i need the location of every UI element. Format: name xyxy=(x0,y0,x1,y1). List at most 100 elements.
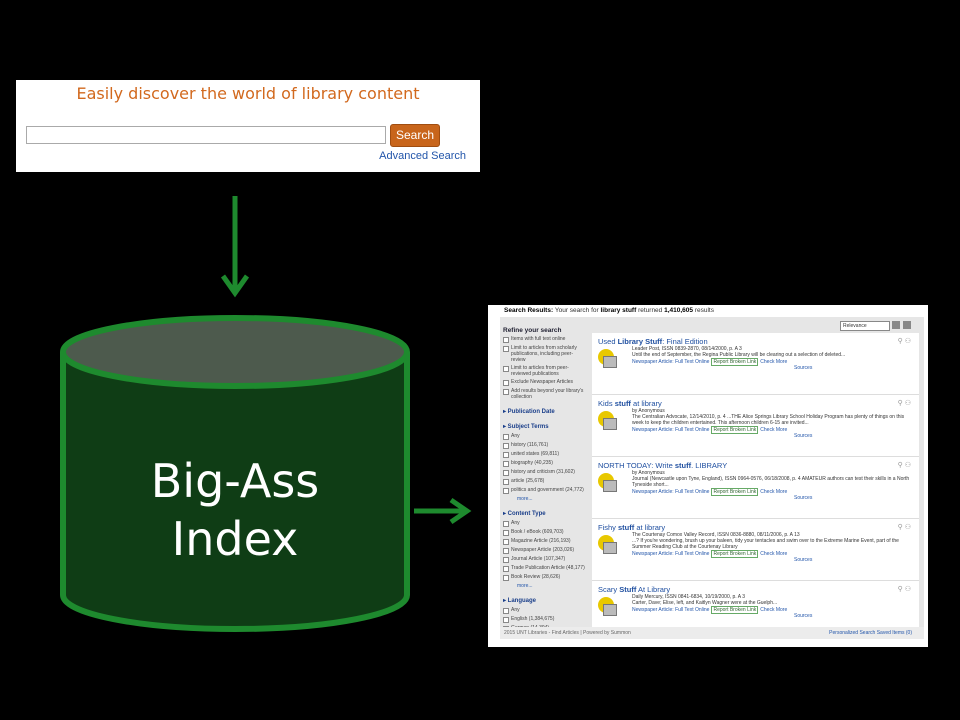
refine-option-label: Exclude Newspaper Articles xyxy=(511,379,573,385)
checkbox[interactable] xyxy=(503,337,509,343)
sources-link[interactable]: Sources xyxy=(794,433,913,439)
checkbox[interactable] xyxy=(503,389,509,395)
print-icon[interactable] xyxy=(892,321,900,329)
check-more-link[interactable]: Check More xyxy=(760,607,787,613)
preview-icon[interactable]: ⚲ ⚇ xyxy=(898,585,911,593)
preview-icon[interactable]: ⚲ ⚇ xyxy=(898,399,911,407)
checkbox[interactable] xyxy=(503,557,509,563)
report-broken-link[interactable]: Report Broken Link xyxy=(711,358,759,366)
facet-title[interactable]: ▸ Publication Date xyxy=(503,408,587,415)
advanced-search-link[interactable]: Advanced Search xyxy=(379,150,466,162)
facet-item[interactable]: Any xyxy=(503,433,587,440)
checkbox[interactable] xyxy=(503,575,509,581)
facet-title[interactable]: ▸ Language xyxy=(503,597,587,604)
checkbox[interactable] xyxy=(503,443,509,449)
more-link[interactable]: more... xyxy=(517,583,587,589)
checkbox[interactable] xyxy=(503,539,509,545)
checkbox[interactable] xyxy=(503,434,509,440)
refine-option[interactable]: Limit to articles from scholarly publica… xyxy=(503,345,587,363)
checkbox[interactable] xyxy=(503,470,509,476)
facet-item[interactable]: Any xyxy=(503,607,587,614)
facet-item[interactable]: Journal Article (107,347) xyxy=(503,556,587,563)
facet-item[interactable]: Trade Publication Article (48,177) xyxy=(503,565,587,572)
result-title[interactable]: NORTH TODAY: Write stuff. LIBRARY xyxy=(598,461,913,470)
facet-item[interactable]: Book Review (28,626) xyxy=(503,574,587,581)
full-text-link[interactable]: Full Text Online xyxy=(675,359,709,365)
refine-option[interactable]: Limit to articles from peer-reviewed pub… xyxy=(503,365,587,377)
facet-item[interactable]: united states (69,811) xyxy=(503,451,587,458)
facet-item-label: Any xyxy=(511,520,520,526)
checkbox[interactable] xyxy=(503,566,509,572)
sort-select[interactable]: Relevance xyxy=(840,321,890,331)
facet-item[interactable]: Any xyxy=(503,520,587,527)
result-type: Newspaper Article: xyxy=(632,359,676,365)
facet-item[interactable]: politics and government (24,772) xyxy=(503,487,587,494)
checkbox[interactable] xyxy=(503,452,509,458)
sources-link[interactable]: Sources xyxy=(794,557,913,563)
full-text-link[interactable]: Full Text Online xyxy=(675,489,709,495)
result-snippet: Carter, Dave; Elise, left, and Kaitlyn W… xyxy=(632,600,778,606)
refine-option[interactable]: Items with full text online xyxy=(503,336,587,343)
report-broken-link[interactable]: Report Broken Link xyxy=(711,426,759,434)
preview-icon[interactable]: ⚲ ⚇ xyxy=(898,461,911,469)
checkbox[interactable] xyxy=(503,617,509,623)
check-more-link[interactable]: Check More xyxy=(760,551,787,557)
facet-item[interactable]: Book / eBook (609,703) xyxy=(503,529,587,536)
facet-item-label: Any xyxy=(511,433,520,439)
sources-link[interactable]: Sources xyxy=(794,365,913,371)
results-panel: Refine your search Items with full text o… xyxy=(500,317,924,639)
full-text-link[interactable]: Full Text Online xyxy=(675,607,709,613)
preview-icon[interactable]: ⚲ ⚇ xyxy=(898,523,911,531)
sources-link[interactable]: Sources xyxy=(794,495,913,501)
facet-item[interactable]: Newspaper Article (203,026) xyxy=(503,547,587,554)
search-button[interactable]: Search xyxy=(390,124,440,147)
check-more-link[interactable]: Check More xyxy=(760,359,787,365)
check-more-link[interactable]: Check More xyxy=(760,427,787,433)
search-input[interactable] xyxy=(26,126,386,144)
facet-item[interactable]: biography (40,235) xyxy=(503,460,587,467)
facet-title[interactable]: ▸ Subject Terms xyxy=(503,423,587,430)
results-query: library stuff xyxy=(600,307,637,314)
report-broken-link[interactable]: Report Broken Link xyxy=(711,488,759,496)
checkbox[interactable] xyxy=(503,530,509,536)
result-item: NORTH TODAY: Write stuff. LIBRARY ⚲ ⚇ by A… xyxy=(592,457,919,519)
check-more-link[interactable]: Check More xyxy=(760,489,787,495)
results-returned: returned xyxy=(638,307,663,314)
refine-option[interactable]: Add results beyond your library's collec… xyxy=(503,388,587,400)
checkbox[interactable] xyxy=(503,479,509,485)
checkbox[interactable] xyxy=(503,608,509,614)
facet-title[interactable]: ▸ Content Type xyxy=(503,510,587,517)
result-title[interactable]: Kids stuff at library xyxy=(598,399,913,408)
checkbox[interactable] xyxy=(503,461,509,467)
full-text-link[interactable]: Full Text Online xyxy=(675,427,709,433)
result-title[interactable]: Used Library Stuff: Final Edition xyxy=(598,337,913,346)
facet-item[interactable]: Magazine Article (216,193) xyxy=(503,538,587,545)
footer-right[interactable]: Personalized Search Saved Items (0) xyxy=(829,627,912,639)
report-broken-link[interactable]: Report Broken Link xyxy=(711,606,759,614)
checkbox[interactable] xyxy=(503,521,509,527)
rss-icon[interactable] xyxy=(903,321,911,329)
full-text-link[interactable]: Full Text Online xyxy=(675,551,709,557)
result-title[interactable]: Scary Stuff At Library xyxy=(598,585,913,594)
refine-option[interactable]: Exclude Newspaper Articles xyxy=(503,379,587,386)
checkbox[interactable] xyxy=(503,548,509,554)
checkbox[interactable] xyxy=(503,366,509,372)
facet-item[interactable]: history (116,761) xyxy=(503,442,587,449)
result-title[interactable]: Fishy stuff at library xyxy=(598,523,913,532)
preview-icon[interactable]: ⚲ ⚇ xyxy=(898,337,911,345)
checkbox[interactable] xyxy=(503,346,509,352)
facet-item[interactable]: history and criticism (31,602) xyxy=(503,469,587,476)
sources-link[interactable]: Sources xyxy=(794,613,913,619)
index-label: Big-Ass Index xyxy=(60,452,410,568)
result-title-bold: Stuff xyxy=(619,585,637,594)
checkbox[interactable] xyxy=(503,380,509,386)
facet-item[interactable]: English (1,384,675) xyxy=(503,616,587,623)
checkbox[interactable] xyxy=(503,488,509,494)
more-link[interactable]: more... xyxy=(517,496,587,502)
facet-item-label: Any xyxy=(511,607,520,613)
report-broken-link[interactable]: Report Broken Link xyxy=(711,550,759,558)
online-icon xyxy=(598,597,617,616)
facet-item[interactable]: article (25,678) xyxy=(503,478,587,485)
refine-sidebar: Refine your search Items with full text o… xyxy=(503,323,587,639)
facet-item-label: biography (40,235) xyxy=(511,460,553,466)
